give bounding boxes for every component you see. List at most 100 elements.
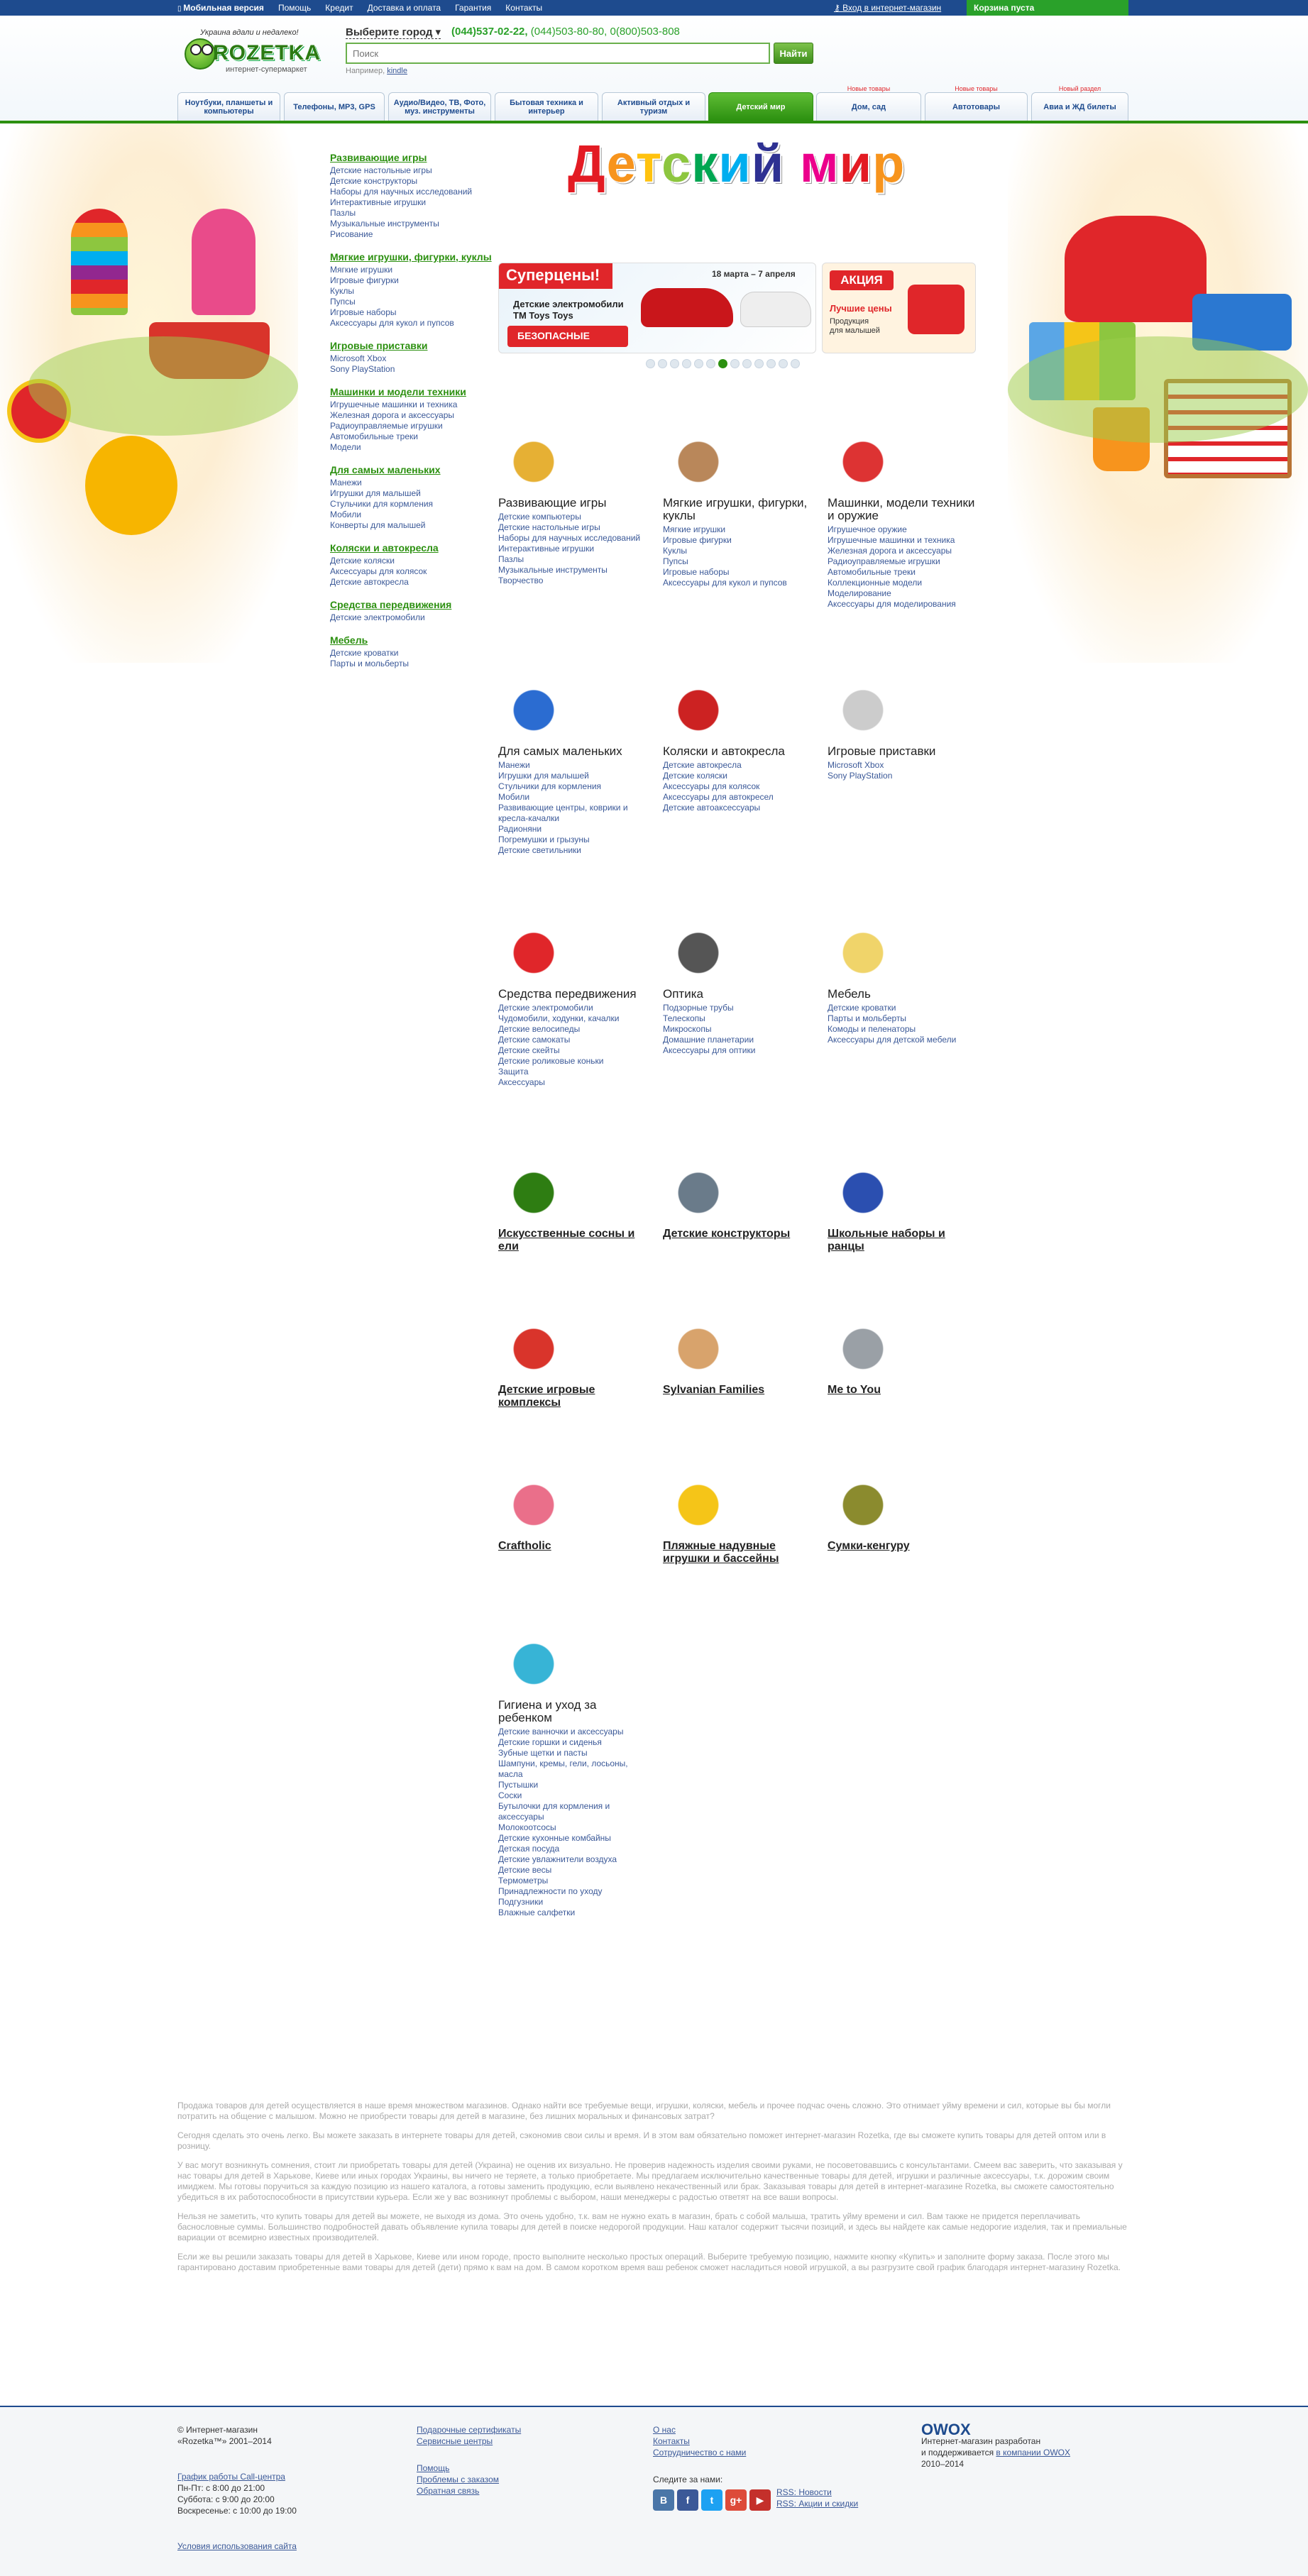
category-link[interactable]: Аксессуары	[498, 1077, 651, 1088]
tab-7[interactable]: Дом, сад Новые товары	[816, 85, 921, 121]
mobile-version-link[interactable]: Мобильная версия	[177, 3, 264, 13]
category-link[interactable]: Аксессуары для автокресел	[663, 792, 815, 803]
category-link[interactable]: Радиоуправляемые игрушки	[828, 556, 980, 567]
category-link[interactable]: Детские горшки и сиденья	[498, 1737, 651, 1748]
sidebar-link[interactable]: Аксессуары для колясок	[330, 566, 493, 577]
category-title[interactable]: Сумки-кенгуру	[828, 1540, 980, 1553]
category-link[interactable]: Интерактивные игрушки	[498, 544, 651, 554]
slider-dot[interactable]	[791, 359, 800, 368]
category-link[interactable]: Зубные щетки и пасты	[498, 1748, 651, 1758]
sidebar-link[interactable]: Музыкальные инструменты	[330, 219, 493, 229]
category-link[interactable]: Детские компьютеры	[498, 512, 651, 522]
category-card[interactable]: Школьные наборы и ранцы	[828, 1155, 980, 1255]
category-link[interactable]: Манежи	[498, 760, 651, 771]
category-link[interactable]: Детские самокаты	[498, 1035, 651, 1045]
slider-dot[interactable]	[742, 359, 752, 368]
slider-dot[interactable]	[682, 359, 691, 368]
promo-banner-side[interactable]: АКЦИЯ Лучшие цены Продукция для малышей	[822, 263, 976, 353]
category-link[interactable]: Музыкальные инструменты	[498, 565, 651, 576]
category-link[interactable]: Детские электромобили	[498, 1003, 651, 1013]
quad-bike-icon[interactable]	[498, 915, 569, 984]
sidebar-group-title[interactable]: Игровые приставки	[330, 340, 493, 351]
category-link[interactable]: Влажные салфетки	[498, 1908, 651, 1918]
category-link[interactable]: Железная дорога и аксессуары	[828, 546, 980, 556]
category-card[interactable]: Коляски и автокресла Детские автокресла Де…	[663, 673, 815, 813]
category-link[interactable]: Аксессуары для моделирования	[828, 599, 980, 610]
category-link[interactable]: Автомобильные треки	[828, 567, 980, 578]
promo-banner-main[interactable]: Суперцены! 18 марта – 7 апреля Детские э…	[498, 263, 816, 353]
category-link[interactable]: Аксессуары для детской мебели	[828, 1035, 980, 1045]
category-link[interactable]: Развивающие центры, коврики и кресла-кач…	[498, 803, 651, 824]
sidebar-link[interactable]: Игрушечные машинки и техника	[330, 400, 493, 410]
category-card[interactable]: Гигиена и уход за ребенком Детские ванноч…	[498, 1626, 651, 1918]
category-link[interactable]: Игрушечное оружие	[828, 524, 980, 535]
sidebar-link[interactable]: Аксессуары для кукол и пупсов	[330, 318, 493, 329]
warranty-link[interactable]: Гарантия	[455, 3, 491, 13]
plush-sloth-icon[interactable]	[498, 1468, 569, 1536]
category-card[interactable]: Детские конструкторы	[663, 1155, 815, 1243]
category-link[interactable]: Пустышки	[498, 1780, 651, 1790]
category-link[interactable]: Мобили	[498, 792, 651, 803]
tab-6[interactable]: Детский мир	[708, 92, 813, 121]
sidebar-link[interactable]: Пазлы	[330, 208, 493, 219]
christmas-tree-icon[interactable]	[498, 1155, 569, 1223]
figurines-icon[interactable]	[663, 1311, 734, 1380]
category-card[interactable]: Сумки-кенгуру	[828, 1468, 980, 1555]
category-title[interactable]: Пляжные надувные игрушки и бассейны	[663, 1540, 815, 1565]
contacts-link[interactable]: Контакты	[505, 3, 542, 13]
category-link[interactable]: Мягкие игрушки	[663, 524, 815, 535]
sidebar-group-title[interactable]: Коляски и автокресла	[330, 542, 493, 554]
category-title[interactable]: Средства передвижения	[498, 988, 651, 1001]
help-link[interactable]: Помощь	[278, 3, 311, 13]
slider-dot[interactable]	[718, 359, 727, 368]
category-link[interactable]: Защита	[498, 1067, 651, 1077]
category-card[interactable]: Развивающие игры Детские компьютеры Детски…	[498, 424, 651, 586]
slider-dot[interactable]	[730, 359, 740, 368]
stroller-icon[interactable]	[663, 673, 734, 741]
rss-promo-link[interactable]: RSS: Акции и скидки	[776, 2498, 858, 2509]
promo-cta[interactable]: БЕЗОПАСНЫЕ	[507, 326, 628, 347]
category-link[interactable]: Детские настольные игры	[498, 522, 651, 533]
category-link[interactable]: Игровые фигурки	[663, 535, 815, 546]
playground-icon[interactable]	[498, 1311, 569, 1380]
category-link[interactable]: Детские кухонные комбайны	[498, 1833, 651, 1844]
category-link[interactable]: Подзорные трубы	[663, 1003, 815, 1013]
credit-link[interactable]: Кредит	[325, 3, 353, 13]
category-link[interactable]: Погремушки и грызуны	[498, 835, 651, 845]
slider-dot[interactable]	[706, 359, 715, 368]
order-problems-link[interactable]: Проблемы с заказом	[417, 2474, 594, 2485]
category-title[interactable]: Развивающие игры	[498, 497, 651, 510]
owox-logo[interactable]: OWOX	[921, 2422, 1106, 2438]
category-title[interactable]: Коляски и автокресла	[663, 745, 815, 758]
category-link[interactable]: Детские велосипеды	[498, 1024, 651, 1035]
category-card[interactable]: Мебель Детские кроватки Парты и мольберты К…	[828, 915, 980, 1045]
console-icon[interactable]	[828, 673, 898, 741]
sidebar-link[interactable]: Мобили	[330, 510, 493, 520]
category-link[interactable]: Домашние планетарии	[663, 1035, 815, 1045]
teddy-bear-icon[interactable]	[663, 424, 734, 492]
category-title[interactable]: Машинки, модели техники и оружие	[828, 497, 980, 522]
category-link[interactable]: Детские кроватки	[828, 1003, 980, 1013]
sidebar-group-title[interactable]: Средства передвижения	[330, 599, 493, 610]
board-game-icon[interactable]	[498, 424, 569, 492]
sidebar-group-title[interactable]: Мягкие игрушки, фигурки, куклы	[330, 251, 493, 263]
feedback-link[interactable]: Обратная связь	[417, 2485, 594, 2497]
tab-2[interactable]: Телефоны, MP3, GPS	[284, 92, 385, 121]
lego-figure-icon[interactable]	[663, 1155, 734, 1223]
category-link[interactable]: Молокоотсосы	[498, 1822, 651, 1833]
logo[interactable]: Украина вдали и недалеко! ROZETKA интерн…	[185, 28, 320, 78]
slider-dot[interactable]	[694, 359, 703, 368]
tab-8[interactable]: Автотовары Новые товары	[925, 85, 1028, 121]
school-bag-icon[interactable]	[828, 1155, 898, 1223]
category-link[interactable]: Детские увлажнители воздуха	[498, 1854, 651, 1865]
category-link[interactable]: Детские автоаксессуары	[663, 803, 815, 813]
youtube-icon[interactable]: ▶	[749, 2489, 771, 2511]
delivery-link[interactable]: Доставка и оплата	[368, 3, 441, 13]
category-link[interactable]: Стульчики для кормления	[498, 781, 651, 792]
category-card[interactable]: Для самых маленьких Манежи Игрушки для мал…	[498, 673, 651, 856]
category-title[interactable]: Мебель	[828, 988, 980, 1001]
category-card[interactable]: Детские игровые комплексы	[498, 1311, 651, 1411]
googleplus-icon[interactable]: g+	[725, 2489, 747, 2511]
category-card[interactable]: Оптика Подзорные трубы Телескопы Микроскопы…	[663, 915, 815, 1056]
category-link[interactable]: Игрушечные машинки и техника	[828, 535, 980, 546]
